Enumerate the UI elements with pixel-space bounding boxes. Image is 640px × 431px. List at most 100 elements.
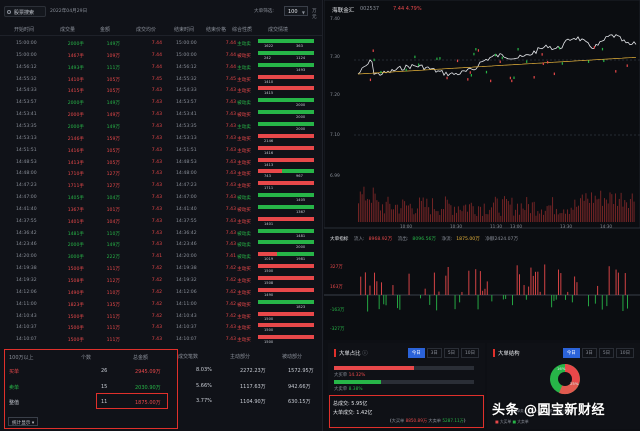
price-cell: 7.43 <box>151 147 162 153</box>
col-avg-price[interactable]: 成交均价 <box>136 26 156 33</box>
volume-bar <box>461 211 463 222</box>
legend-sell-marker: ■ <box>512 419 517 424</box>
trade-marker <box>405 68 407 72</box>
price-cell: 7.42 <box>151 313 162 319</box>
volume-bar <box>504 196 505 222</box>
col-situation[interactable]: 成交情境 <box>268 26 288 33</box>
tab-3d[interactable]: 3日 <box>426 348 442 358</box>
trade-situation-bar <box>258 98 314 103</box>
volume-bar <box>380 210 381 222</box>
stats-display-button[interactable]: 统计显示 ▾ <box>8 417 39 426</box>
trade-marker <box>513 76 515 80</box>
volume-bar <box>576 206 578 222</box>
filter-select[interactable]: 100 ▼ <box>284 6 308 16</box>
big-order-bar <box>532 275 534 295</box>
big-order-bar <box>523 285 525 295</box>
tab-3d[interactable]: 3日 <box>581 348 597 358</box>
col-start-time[interactable]: 开始时间 <box>14 26 34 33</box>
trade-marker <box>467 78 469 81</box>
volume-bar <box>500 215 502 222</box>
big-order-bar <box>459 295 461 303</box>
big-order-bar <box>617 272 619 295</box>
tab-today[interactable]: 今日 <box>407 348 425 358</box>
volume-bar <box>548 205 550 222</box>
volume-bar <box>383 213 385 222</box>
nature-cell: 被动买 <box>237 53 251 59</box>
big-order-bar <box>539 291 541 295</box>
intraday-chart[interactable] <box>323 0 640 340</box>
tab-5d[interactable]: 5日 <box>443 348 460 358</box>
volume-bar <box>554 214 555 222</box>
col-end-time[interactable]: 结束时间 <box>174 26 194 33</box>
big-order-bar <box>567 291 569 295</box>
tab-5d[interactable]: 5日 <box>598 348 615 358</box>
volume-bar <box>563 209 565 222</box>
price-cell: 7.42 <box>151 278 162 283</box>
volume-bar <box>480 206 481 222</box>
trade-marker <box>494 53 497 57</box>
volume-bar <box>633 201 635 222</box>
amount-cell: 149万 <box>106 101 120 107</box>
price-cell: 7.42 <box>151 266 162 272</box>
tab-10d[interactable]: 10日 <box>461 348 479 358</box>
volume-cell: 1490手 <box>67 290 84 296</box>
volume-cell: 1416手 <box>67 148 84 154</box>
end-time-cell: 15:00:00 <box>176 41 197 46</box>
sell-volume-label: 2000 <box>296 245 306 250</box>
volume-bar <box>550 205 552 222</box>
price-cell: 7.43 <box>151 337 162 343</box>
volume-bar <box>420 200 422 222</box>
volume-bar <box>622 206 624 222</box>
col-end-price[interactable]: 结束价格 <box>206 26 226 33</box>
end-time-cell: 14:12:06 <box>176 289 197 295</box>
buy-volume-label: 1508 <box>264 281 274 285</box>
time-cell: 14:37:55 <box>16 218 37 224</box>
volume-bar <box>613 203 615 222</box>
nature-cell: 被动卖 <box>237 196 251 202</box>
col-volume[interactable]: 成交量 <box>60 26 75 33</box>
end-time-cell: 14:10:07 <box>176 337 197 343</box>
trade-situation-bar <box>258 204 314 209</box>
x-tick: 13:30 <box>560 224 573 229</box>
big-order-bar <box>367 295 369 312</box>
summary-row[interactable]: 买单 26 2945.09万 <box>5 364 177 378</box>
end-time-cell: 14:37:55 <box>176 218 197 224</box>
big-order-bar <box>376 281 378 295</box>
price-cell: 7.43 <box>151 112 162 118</box>
volume-bar <box>528 204 529 222</box>
time-cell: 14:51:51 <box>16 147 37 153</box>
sell-volume-label: 1823 <box>296 304 306 309</box>
col-nature[interactable]: 综合性质 <box>232 26 252 33</box>
volume-bar <box>600 190 602 222</box>
big-order-bar <box>383 295 385 305</box>
volume-bar <box>581 194 583 222</box>
buy-volume-label: 1019 <box>264 257 274 262</box>
volume-bar <box>367 198 369 222</box>
price-cell: 7.42 <box>151 301 162 307</box>
col-amount[interactable]: 金额 <box>100 26 110 33</box>
stock-search-input[interactable]: 股票搜索 <box>4 6 46 17</box>
table-row[interactable]: 14:10:07 1500手 111万 7.43 14:10:07 7.43 主动买 1500 <box>0 333 323 347</box>
trade-situation-bar <box>258 50 314 55</box>
volume-bar <box>407 205 409 222</box>
big-order-bar <box>392 285 394 295</box>
volume-bar <box>382 204 383 222</box>
summary-row[interactable]: 卖单 15 2030.90万 <box>5 380 177 394</box>
volume-bar <box>598 198 600 222</box>
volume-bar <box>568 213 570 222</box>
price-cell: 7.43 <box>151 171 162 177</box>
tab-today[interactable]: 今日 <box>562 348 580 358</box>
big-order-bar <box>565 295 566 300</box>
end-time-cell: 14:23:46 <box>176 242 197 248</box>
panel-title: 大单占比 ⓘ <box>334 349 368 357</box>
intraday-chart-panel <box>323 0 640 340</box>
volume-bar <box>448 203 450 222</box>
volume-bar <box>618 198 620 222</box>
volume-cell: 1500手 <box>67 326 84 332</box>
trade-marker <box>380 70 382 74</box>
price-cell: 7.43 <box>151 100 162 106</box>
big-order-bar <box>505 295 507 299</box>
tab-10d[interactable]: 10日 <box>616 348 634 358</box>
nature-cell: 被动买 <box>237 302 251 308</box>
buy-volume-label: 1490 <box>264 292 274 297</box>
